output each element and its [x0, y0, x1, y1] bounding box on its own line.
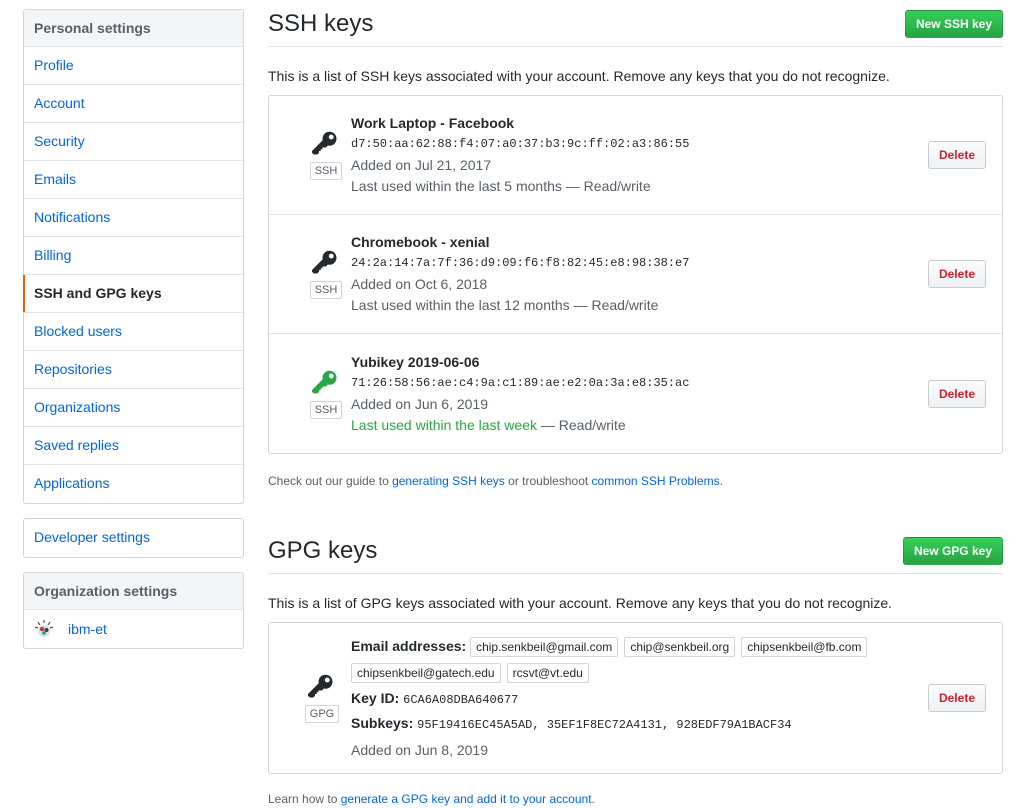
- gpg-intro-text: This is a list of GPG keys associated wi…: [268, 595, 893, 611]
- new-ssh-key-button[interactable]: New SSH key: [904, 10, 1003, 38]
- gpg-badge: GPG: [304, 705, 340, 723]
- common-ssh-problems-link[interactable]: common SSH Problems: [592, 474, 720, 488]
- sidebar-item-org-ibm-et[interactable]: ibm-et: [24, 610, 243, 648]
- key-icon: [308, 673, 336, 701]
- gpg-help-text: Learn how to generate a GPG key and add …: [268, 792, 1003, 806]
- ssh-key-added-date: Added on Jun 6, 2019: [351, 395, 489, 412]
- generating-ssh-keys-link[interactable]: generating SSH keys: [392, 474, 505, 488]
- subkeys-value: 95F19416EC45A5AD, 35EF1F8EC72A4131, 928E…: [417, 717, 792, 732]
- last-used-text: Last used within the last week: [351, 416, 537, 433]
- ssh-keys-title: SSH keys: [268, 10, 374, 37]
- ssh-key-fingerprint: 71:26:58:56:ae:c4:9a:c1:89:ae:e2:0a:3a:e…: [351, 375, 690, 390]
- ssh-key-added-date: Added on Jul 21, 2017: [351, 157, 492, 173]
- gpg-subkeys-line: Subkeys: 95F19416EC45A5AD, 35EF1F8EC72A4…: [351, 712, 928, 737]
- sidebar-item-security[interactable]: Security: [24, 123, 243, 161]
- ssh-key-fingerprint: 24:2a:14:7a:7f:36:d9:09:f6:f8:82:45:e8:9…: [351, 256, 690, 270]
- ssh-key-fingerprint: d7:50:aa:62:88:f4:07:a0:37:b3:9c:ff:02:a…: [351, 137, 690, 151]
- gpg-emails-line: Email addresses: chip.senkbeil@gmail.com…: [351, 635, 928, 687]
- email-address-tag: chip@senkbeil.org: [624, 636, 736, 657]
- ssh-key-info: Chromebook - xenial 24:2a:14:7a:7f:36:d9:…: [351, 232, 928, 316]
- ssh-subhead: SSH keys New SSH key: [268, 10, 1003, 47]
- sidebar-item-ssh-and-gpg-keys[interactable]: SSH and GPG keys: [23, 275, 243, 313]
- email-address-tag: chipsenkbeil@fb.com: [741, 636, 868, 657]
- access-level: — Read/write: [561, 178, 651, 194]
- sidebar-item-blocked-users[interactable]: Blocked users: [24, 313, 243, 351]
- gpg-subhead: GPG keys New GPG key: [268, 537, 1003, 574]
- ssh-key-name: Chromebook - xenial: [351, 234, 490, 250]
- email-address-tag: chip.senkbeil@gmail.com: [470, 636, 619, 657]
- gpg-help-suffix: .: [591, 792, 595, 806]
- organization-settings-heading: Organization settings: [24, 573, 243, 610]
- delete-gpg-key-button[interactable]: Delete: [927, 684, 986, 712]
- last-used-text: Last used within the last 12 months: [351, 297, 570, 313]
- gpg-key-info: Email addresses: chip.senkbeil@gmail.com…: [351, 635, 928, 762]
- email-addresses-label: Email addresses:: [351, 637, 467, 654]
- email-address-tag: chipsenkbeil@gatech.edu: [351, 662, 501, 683]
- sidebar-item-applications[interactable]: Applications: [24, 465, 243, 503]
- ssh-key-name: Yubikey 2019-06-06: [351, 353, 480, 370]
- ssh-key-last-used: Last used within the last week — Read/wr…: [351, 415, 928, 436]
- key-icon: [312, 130, 340, 158]
- ssh-intro-text: This is a list of SSH keys associated wi…: [268, 68, 890, 84]
- last-used-text: Last used within the last 5 months: [351, 178, 562, 194]
- ssh-key-added-date: Added on Oct 6, 2018: [351, 276, 488, 292]
- new-gpg-key-button[interactable]: New GPG key: [902, 537, 1003, 565]
- ssh-badge: SSH: [309, 162, 343, 180]
- organization-settings-menu: Organization settings ibm-et: [23, 572, 244, 649]
- ssh-key-info: Yubikey 2019-06-06 71:26:58:56:ae:c4:9a:c…: [351, 352, 928, 436]
- ssh-keys-section: SSH keys New SSH key This is a list of S…: [268, 10, 1003, 488]
- ssh-key-last-used: Last used within the last 5 months — Rea…: [351, 176, 928, 197]
- sidebar-item-emails[interactable]: Emails: [24, 161, 243, 199]
- sidebar-item-organizations[interactable]: Organizations: [24, 389, 243, 427]
- ssh-badge: SSH: [309, 281, 343, 299]
- ssh-key-item: SSH Work Laptop - Facebook d7:50:aa:62:88:…: [269, 96, 1002, 215]
- ssh-key-item: SSH Chromebook - xenial 24:2a:14:7a:7f:36:…: [269, 215, 1002, 334]
- ssh-help-text: Check out our guide to generating SSH ke…: [268, 474, 1003, 488]
- ssh-key-icon-column: SSH: [301, 369, 351, 419]
- ssh-key-name: Work Laptop - Facebook: [351, 115, 515, 131]
- sidebar-item-notifications[interactable]: Notifications: [24, 199, 243, 237]
- developer-settings-menu: Developer settings: [23, 518, 244, 558]
- gpg-keys-section: GPG keys New GPG key This is a list of G…: [268, 537, 1003, 806]
- subkeys-label: Subkeys:: [351, 714, 414, 731]
- ssh-keys-list: SSH Work Laptop - Facebook d7:50:aa:62:88:…: [268, 95, 1003, 454]
- key-icon: [312, 249, 340, 277]
- gpg-added-date: Added on Jun 8, 2019: [351, 741, 489, 758]
- ssh-key-icon-column: SSH: [301, 249, 351, 299]
- ssh-badge: SSH: [309, 400, 343, 419]
- generate-gpg-key-link[interactable]: generate a GPG key and add it to your ac…: [341, 792, 592, 806]
- key-id-label: Key ID:: [351, 689, 400, 706]
- ssh-key-icon-column: SSH: [301, 130, 351, 180]
- sidebar-item-billing[interactable]: Billing: [24, 237, 243, 275]
- key-icon: [312, 369, 340, 397]
- ssh-key-last-used: Last used within the last 12 months — Re…: [351, 295, 928, 316]
- ssh-key-item: SSH Yubikey 2019-06-06 71:26:58:56:ae:c4:9…: [269, 334, 1002, 453]
- sidebar-item-developer-settings[interactable]: Developer settings: [24, 519, 243, 557]
- gpg-key-icon-column: GPG: [297, 673, 347, 723]
- personal-settings-menu: Personal settings Profile Account Security…: [23, 9, 244, 504]
- access-level: — Read/write: [569, 297, 659, 313]
- sidebar-item-saved-replies[interactable]: Saved replies: [24, 427, 243, 465]
- org-name: ibm-et: [68, 621, 107, 637]
- ssh-help-prefix: Check out our guide to: [268, 474, 393, 488]
- key-id-value: 6CA6A08DBA640677: [403, 692, 519, 707]
- gpg-keys-list: GPG Email addresses: chip.senkbeil@gmail…: [268, 622, 1003, 774]
- sidebar-item-profile[interactable]: Profile: [24, 47, 243, 85]
- sidebar-item-repositories[interactable]: Repositories: [24, 351, 243, 389]
- delete-ssh-key-button[interactable]: Delete: [927, 260, 986, 288]
- gpg-key-id-line: Key ID: 6CA6A08DBA640677: [351, 687, 928, 712]
- delete-ssh-key-button[interactable]: Delete: [927, 379, 986, 408]
- org-avatar-icon: [34, 619, 54, 639]
- gpg-keys-title: GPG keys: [268, 537, 378, 564]
- gpg-key-item: GPG Email addresses: chip.senkbeil@gmail…: [269, 623, 1002, 773]
- gpg-help-prefix: Learn how to: [268, 792, 341, 806]
- ssh-help-middle: or troubleshoot: [504, 474, 592, 488]
- ssh-key-info: Work Laptop - Facebook d7:50:aa:62:88:f4:…: [351, 113, 928, 197]
- email-address-tag: rcsvt@vt.edu: [506, 662, 589, 683]
- sidebar-item-account[interactable]: Account: [24, 85, 243, 123]
- access-level: — Read/write: [537, 416, 626, 433]
- personal-settings-heading: Personal settings: [24, 10, 243, 47]
- delete-ssh-key-button[interactable]: Delete: [927, 141, 986, 169]
- ssh-help-suffix: .: [719, 474, 723, 488]
